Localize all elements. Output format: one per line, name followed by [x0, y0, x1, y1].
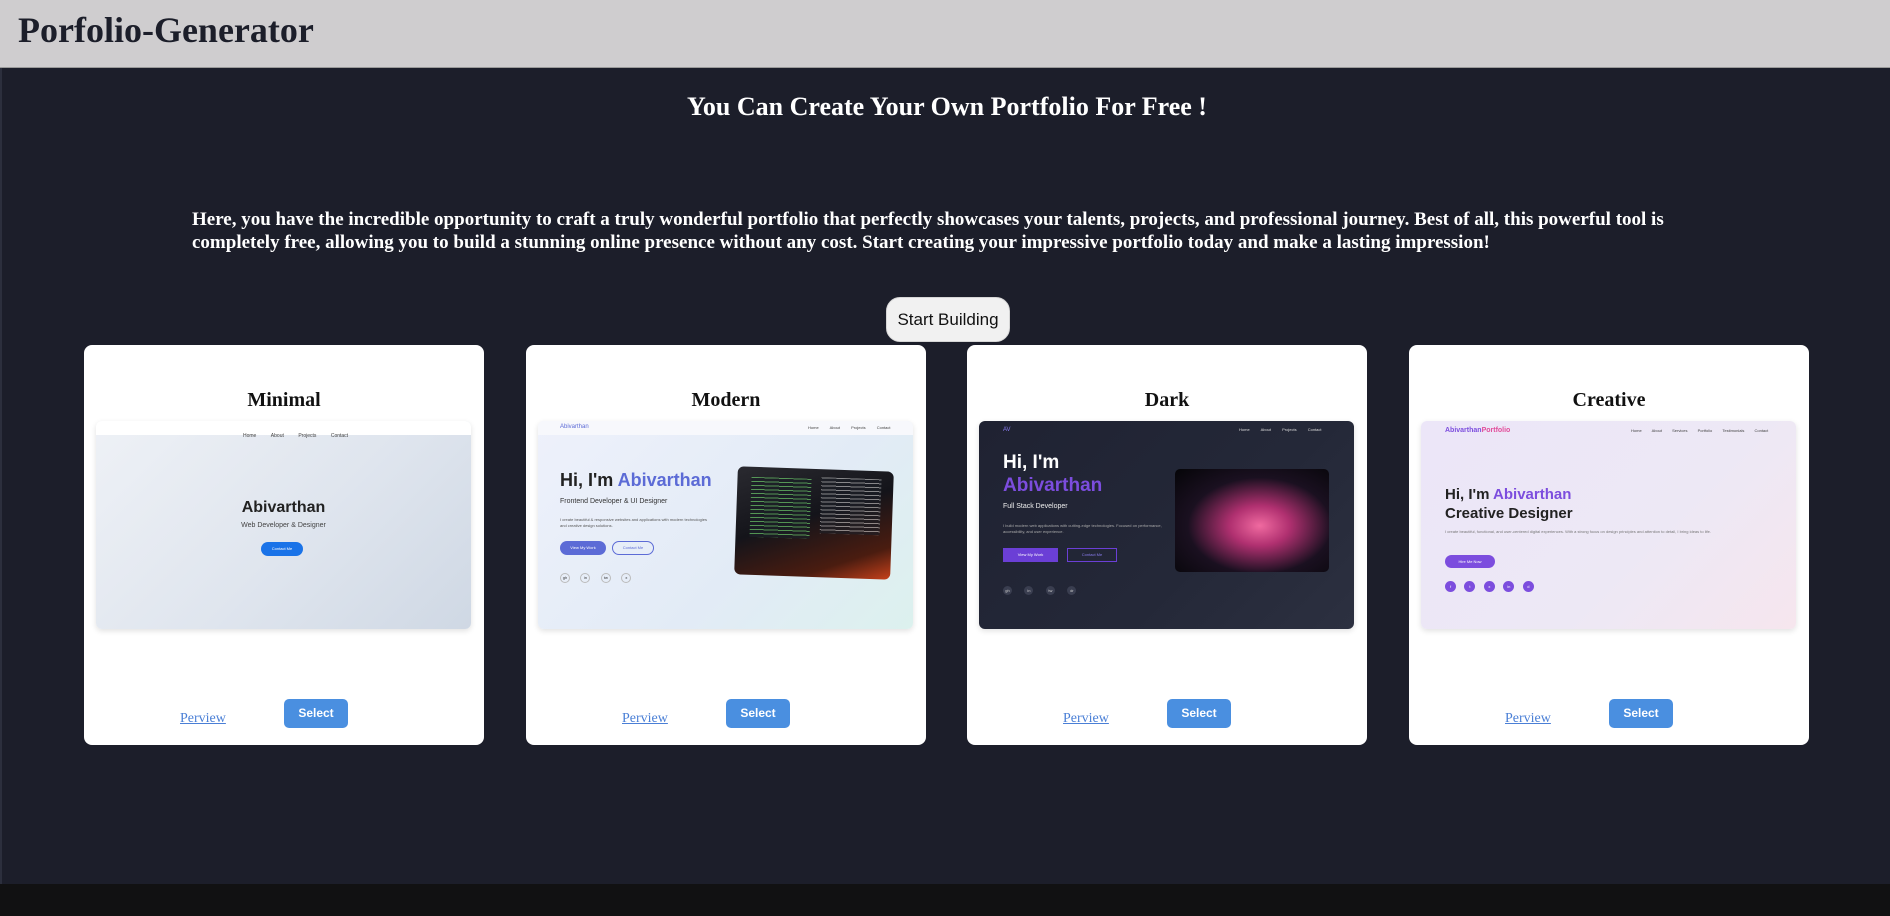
preview-nav-item: Home: [243, 433, 257, 439]
template-preview-image: AbivarthanPortfolio Home About Services …: [1421, 421, 1796, 629]
preview-nav-item: Contact: [876, 425, 891, 430]
preview-logo: AV: [1003, 427, 1011, 433]
template-card-dark: Dark AV Home About Projects Contact Hi, …: [967, 345, 1367, 745]
preview-nav-item: Contact: [1307, 427, 1322, 432]
preview-nav-item: About: [270, 433, 284, 439]
preview-greeting-text: Hi, I'm: [1445, 486, 1490, 503]
preview-role: Full Stack Developer: [1003, 503, 1068, 510]
preview-name: Abivarthan: [1003, 475, 1103, 496]
preview-nav-links: Home About Projects Contact: [808, 425, 901, 430]
linkedin-icon: in: [580, 573, 591, 583]
preview-link[interactable]: Perview: [622, 711, 668, 727]
preview-social-icons: gh in tw x: [560, 566, 637, 584]
template-card-creative: Creative AbivarthanPortfolio Home About …: [1409, 345, 1809, 745]
top-bar: Porfolio-Generator: [0, 0, 1890, 68]
template-preview-image: Home About Projects Contact Abivarthan W…: [96, 421, 471, 629]
preview-greeting-text: Hi, I'm: [1003, 452, 1060, 473]
preview-link[interactable]: Perview: [1063, 711, 1109, 727]
card-title: Dark: [1144, 389, 1190, 411]
code-screen: [749, 476, 812, 539]
preview-role: Creative Designer: [1445, 505, 1573, 522]
laptop-image: [1175, 469, 1329, 572]
preview-nav-item: Contact: [1754, 428, 1769, 433]
laptop-code-image: [734, 466, 894, 580]
select-button[interactable]: Select: [284, 699, 348, 728]
preview-greeting: Hi, I'm Abivarthan Creative Designer: [1445, 485, 1573, 523]
preview-button-primary: View My Work: [1003, 548, 1058, 562]
preview-button-secondary: Contact Me: [612, 541, 654, 555]
start-building-button[interactable]: Start Building: [886, 297, 1010, 342]
preview-greeting-text: Hi, I'm: [560, 470, 614, 490]
preview-button: Contact Me: [261, 542, 303, 556]
template-card-minimal: Minimal Home About Projects Contact Abiv…: [84, 345, 484, 745]
preview-name: Abivarthan: [241, 499, 326, 516]
card-title: Modern: [691, 389, 761, 411]
hero-description: Here, you have the incredible opportunit…: [192, 209, 1664, 253]
template-preview-image: AV Home About Projects Contact Hi, I'm Ab…: [979, 421, 1354, 629]
preview-social-icons: f t x in d: [1445, 575, 1538, 593]
code-screen: [819, 477, 882, 536]
dribbble-icon: d: [1522, 581, 1534, 592]
preview-greeting: Hi, I'm Abivarthan: [560, 470, 712, 491]
preview-nav-item: Contact: [330, 433, 349, 439]
preview-role: Frontend Developer & UI Designer: [560, 498, 668, 505]
preview-link[interactable]: Perview: [180, 711, 226, 727]
preview-nav-links: Home About Projects Contact: [1239, 427, 1332, 432]
preview-nav-item: Home: [1239, 427, 1250, 432]
preview-nav-item: Projects: [298, 433, 317, 439]
dribbble-icon: dr: [1067, 586, 1077, 595]
select-button[interactable]: Select: [1167, 699, 1231, 728]
footer-bar: [0, 884, 1890, 916]
preview-nav-item: Home: [808, 425, 819, 430]
twitter-icon: t: [1464, 581, 1476, 592]
preview-button-primary: View My Work: [560, 541, 606, 555]
linkedin-icon: in: [1024, 586, 1034, 595]
preview-nav-item: Home: [1631, 428, 1642, 433]
preview-nav: Home About Projects Contact: [96, 421, 471, 439]
preview-name: Abivarthan: [1493, 486, 1572, 503]
github-icon: gh: [1003, 586, 1012, 595]
facebook-icon: f: [1445, 581, 1456, 592]
preview-logo: AbivarthanPortfolio: [1445, 427, 1510, 434]
card-title: Creative: [1572, 389, 1646, 411]
preview-nav-item: Projects: [851, 425, 866, 430]
preview-logo: Abivarthan: [560, 424, 589, 430]
preview-button-secondary: Contact Me: [1067, 548, 1117, 562]
preview-nav-item: About: [1260, 427, 1272, 432]
github-icon: gh: [560, 573, 570, 583]
preview-nav-links: Home About Services Portfolio Testimonia…: [1631, 428, 1777, 433]
preview-logo-accent: Portfolio: [1481, 427, 1511, 434]
linkedin-icon: in: [1503, 581, 1515, 592]
preview-nav-item: Services: [1672, 428, 1688, 433]
preview-logo-main: Abivarthan: [1445, 427, 1482, 434]
select-button[interactable]: Select: [726, 699, 790, 728]
preview-description: I create beautiful, functional, and user…: [1445, 529, 1711, 534]
preview-nav-item: Testimonials: [1722, 428, 1745, 433]
brand-title[interactable]: Porfolio-Generator: [18, 9, 314, 51]
preview-nav-item: Portfolio: [1697, 428, 1713, 433]
preview-social-icons: gh in tw dr: [1003, 579, 1084, 597]
preview-greeting: Hi, I'm Abivarthan: [1003, 451, 1102, 497]
hero-title: You Can Create Your Own Portfolio For Fr…: [687, 92, 1207, 121]
select-button[interactable]: Select: [1609, 699, 1673, 728]
preview-description: I create beautiful & responsive websites…: [560, 517, 707, 528]
preview-nav-item: About: [829, 425, 841, 430]
x-icon: x: [621, 573, 632, 583]
template-card-modern: Modern Abivarthan Home About Projects Co…: [526, 345, 926, 745]
preview-button-primary: Hire Me Now: [1445, 555, 1495, 568]
twitter-icon: tw: [1045, 586, 1055, 595]
template-preview-image: Abivarthan Home About Projects Contact H…: [538, 421, 913, 629]
twitter-icon: tw: [600, 573, 611, 583]
x-icon: x: [1483, 581, 1495, 592]
preview-name: Abivarthan: [617, 470, 712, 490]
card-title: Minimal: [247, 389, 321, 411]
preview-nav-item: Projects: [1282, 427, 1297, 432]
preview-nav-item: About: [1651, 428, 1663, 433]
preview-role: Web Developer & Designer: [241, 522, 326, 529]
preview-description: I build modern web applications with cut…: [1003, 523, 1162, 534]
preview-link[interactable]: Perview: [1505, 711, 1551, 727]
